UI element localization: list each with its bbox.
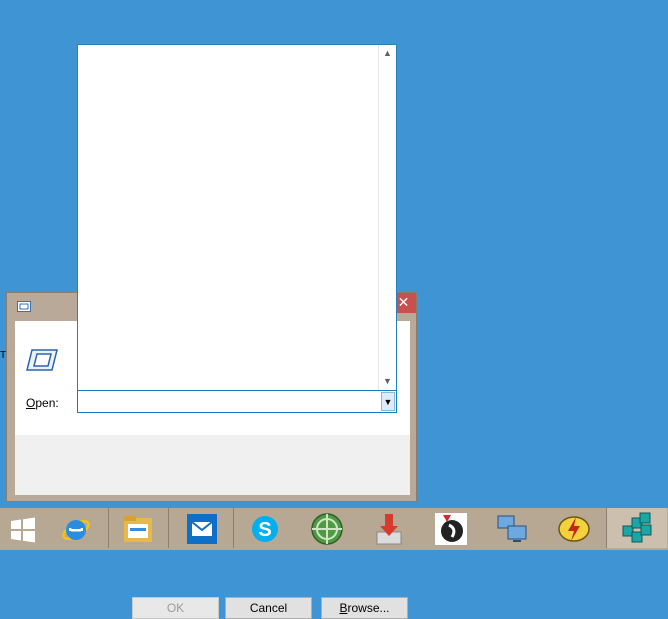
open-input[interactable]: ▼: [77, 390, 397, 413]
taskbar-item-network[interactable]: [298, 508, 358, 548]
ok-button[interactable]: OK: [132, 597, 219, 619]
media-player-icon: [435, 513, 467, 545]
taskbar-item-registry[interactable]: [607, 508, 667, 548]
taskbar-item-file-explorer[interactable]: [110, 508, 170, 548]
open-label: Open:: [26, 396, 59, 410]
internet-explorer-icon: [62, 520, 90, 540]
taskbar-separator: [168, 508, 169, 548]
scroll-up-icon[interactable]: ▲: [379, 45, 396, 62]
browse-accesskey: B: [339, 601, 348, 615]
flash-tool-icon: [558, 516, 590, 542]
remote-desktop-icon: [497, 515, 527, 542]
taskbar-item-download-manager[interactable]: [360, 508, 420, 548]
network-globe-icon: [311, 513, 343, 545]
run-app-icon: [17, 301, 31, 312]
registry-cubes-icon: [622, 512, 652, 543]
taskbar-item-skype[interactable]: S: [236, 508, 296, 548]
taskbar-item-mail[interactable]: [173, 508, 233, 548]
file-explorer-icon: [124, 516, 152, 542]
browse-label: rowse...: [347, 601, 390, 615]
taskbar-item-media-player[interactable]: [421, 508, 481, 548]
scroll-down-icon[interactable]: ▼: [379, 373, 396, 390]
taskbar-item-internet-explorer[interactable]: [48, 508, 108, 548]
taskbar-item-remote-desktop[interactable]: [482, 508, 542, 548]
open-accesskey: O: [26, 396, 36, 410]
run-dialog-icon: [26, 349, 58, 371]
chevron-down-icon[interactable]: ▼: [381, 392, 395, 411]
close-icon: ✕: [397, 294, 410, 310]
mail-icon: [187, 514, 217, 544]
taskbar-item-flash-tool[interactable]: [544, 508, 604, 548]
taskbar-separator: [233, 508, 234, 548]
open-label-text: pen:: [35, 396, 59, 410]
svg-text:S: S: [258, 519, 271, 541]
taskbar-separator: [108, 508, 109, 548]
cancel-button[interactable]: Cancel: [225, 597, 312, 619]
windows-start-icon[interactable]: [10, 517, 36, 543]
list-scrollbar[interactable]: ▲ ▼: [378, 45, 396, 390]
skype-icon: S: [252, 516, 278, 542]
open-history-list[interactable]: ▲ ▼: [77, 44, 397, 390]
download-manager-icon: [376, 514, 402, 545]
taskbar: S: [0, 508, 668, 550]
run-dialog-footer: OK Cancel Browse...: [15, 435, 410, 619]
browse-button[interactable]: Browse...: [321, 597, 408, 619]
